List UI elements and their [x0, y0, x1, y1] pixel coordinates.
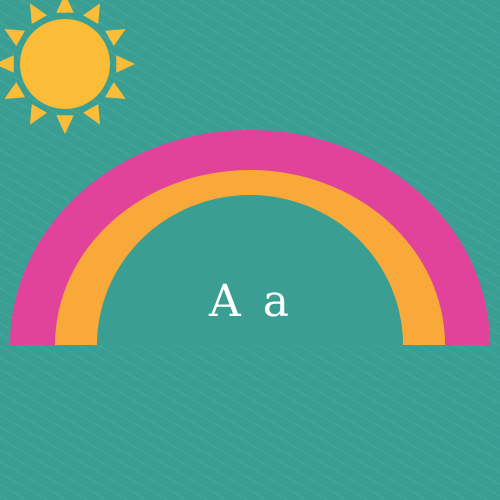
sun-disc	[20, 19, 110, 109]
illustration	[0, 0, 500, 500]
caption-text: A a	[209, 276, 291, 327]
card-canvas: A a	[0, 0, 500, 500]
